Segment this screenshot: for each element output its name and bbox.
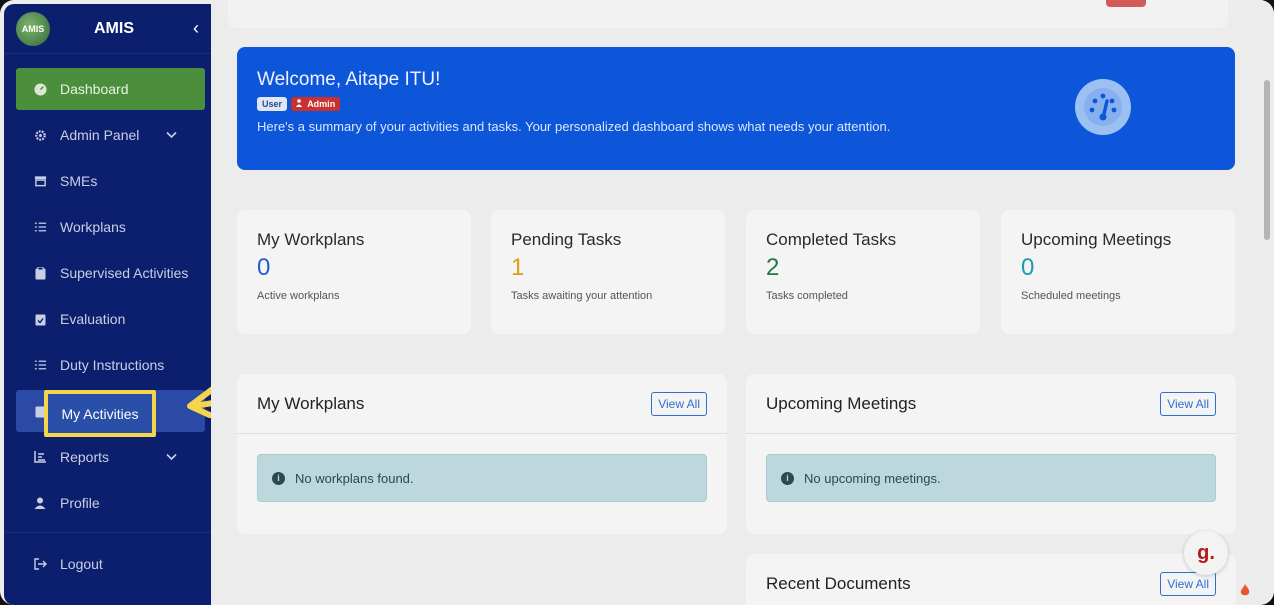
sidebar-item-label: Reports — [60, 449, 110, 465]
gauge-icon — [32, 82, 48, 96]
sidebar: AMIS AMIS ‹ Dashboard Admin Panel SMEs W… — [4, 4, 211, 605]
panel-title: Recent Documents — [766, 574, 911, 593]
stat-card-pending-tasks: Pending Tasks 1 Tasks awaiting your atte… — [491, 210, 725, 334]
dashboard-gauge-icon — [1075, 79, 1131, 135]
amis-logo: AMIS — [16, 11, 50, 46]
recent-documents-panel: Recent Documents View All — [746, 554, 1236, 605]
sidebar-item-profile[interactable]: Profile — [16, 482, 205, 524]
sidebar-brand: AMIS AMIS ‹ — [4, 4, 211, 54]
sidebar-item-label: SMEs — [60, 173, 98, 189]
sidebar-item-evaluation[interactable]: Evaluation — [16, 298, 205, 340]
sidebar-item-label: Admin Panel — [60, 127, 140, 143]
stat-value: 0 — [257, 254, 271, 281]
admin-user-icon — [296, 99, 307, 109]
sidebar-item-label: Evaluation — [60, 311, 126, 327]
stat-title: Pending Tasks — [511, 230, 622, 249]
stat-title: Completed Tasks — [766, 230, 897, 249]
collapse-sidebar-icon[interactable]: ‹ — [193, 18, 199, 39]
admin-badge-label: Admin — [307, 99, 336, 109]
panel-header: Upcoming Meetings View All — [746, 374, 1236, 434]
app-window: AMIS AMIS ‹ Dashboard Admin Panel SMEs W… — [0, 0, 1274, 605]
view-all-meetings-button[interactable]: View All — [1160, 391, 1216, 416]
brand-name: AMIS — [94, 19, 134, 37]
panel-header: My Workplans View All — [237, 374, 727, 434]
user-icon — [32, 497, 48, 509]
stat-description: Active workplans — [257, 290, 340, 302]
sidebar-item-label: Profile — [60, 495, 100, 511]
panel-title: My Workplans — [257, 393, 365, 413]
user-badge: User — [257, 97, 288, 111]
stat-title: My Workplans — [257, 230, 365, 249]
stat-card-completed-tasks: Completed Tasks 2 Tasks completed — [746, 210, 980, 334]
sidebar-item-supervised-activities[interactable]: Supervised Activities — [16, 252, 205, 294]
info-icon: i — [272, 471, 285, 485]
sidebar-item-reports[interactable]: Reports — [16, 436, 205, 478]
clipboard-check-icon — [32, 313, 48, 326]
stat-value: 1 — [511, 254, 525, 281]
stat-card-upcoming-meetings: Upcoming Meetings 0 Scheduled meetings — [1001, 210, 1235, 334]
info-icon: i — [781, 471, 794, 485]
sidebar-item-dashboard[interactable]: Dashboard — [16, 68, 205, 110]
sidebar-item-workplans[interactable]: Workplans — [16, 206, 205, 248]
stat-value: 2 — [766, 254, 780, 281]
sidebar-divider — [4, 532, 211, 533]
store-icon — [32, 175, 48, 187]
sidebar-item-label: Workplans — [60, 219, 126, 235]
gear-icon — [32, 129, 48, 142]
empty-meetings-alert: i No upcoming meetings. — [766, 454, 1216, 502]
my-workplans-panel: My Workplans View All i No workplans fou… — [237, 374, 727, 534]
sidebar-item-admin-panel[interactable]: Admin Panel — [16, 114, 205, 156]
notification-badge[interactable] — [1106, 0, 1146, 7]
sidebar-nav: Dashboard Admin Panel SMEs Workplans Sup… — [4, 68, 211, 524]
stat-description: Scheduled meetings — [1021, 290, 1121, 302]
welcome-message: Here's a summary of your activities and … — [257, 119, 891, 134]
view-all-documents-button[interactable]: View All — [1160, 572, 1216, 596]
admin-badge: Admin — [291, 97, 341, 111]
stat-description: Tasks completed — [766, 290, 848, 302]
main-content: Welcome, Aitape ITU! User Admin Here's a… — [211, 0, 1274, 605]
top-navbar — [228, 0, 1228, 28]
logout-label: Logout — [60, 556, 103, 572]
role-badges: User Admin — [257, 97, 1215, 111]
scrollbar[interactable] — [1264, 80, 1270, 240]
welcome-banner: Welcome, Aitape ITU! User Admin Here's a… — [237, 47, 1235, 170]
logout-button[interactable]: Logout — [16, 543, 205, 585]
chevron-down-icon — [166, 450, 177, 464]
flame-icon — [1240, 584, 1250, 600]
welcome-title: Welcome, Aitape ITU! — [257, 69, 441, 90]
stat-value: 0 — [1021, 254, 1035, 281]
chevron-down-icon — [166, 128, 177, 142]
panel-title: Upcoming Meetings — [766, 393, 917, 413]
empty-workplans-alert: i No workplans found. — [257, 454, 707, 502]
stat-title: Upcoming Meetings — [1021, 230, 1172, 249]
stat-description: Tasks awaiting your attention — [511, 290, 653, 302]
my-activities-highlight[interactable]: My Activities — [44, 390, 156, 437]
sidebar-item-duty-instructions[interactable]: Duty Instructions — [16, 344, 205, 386]
logout-icon — [32, 558, 48, 570]
help-chat-button[interactable]: g. — [1184, 531, 1228, 575]
list-icon — [32, 359, 48, 371]
upcoming-meetings-panel: Upcoming Meetings View All i No upcoming… — [746, 374, 1236, 534]
list-icon — [32, 221, 48, 233]
sidebar-item-smes[interactable]: SMEs — [16, 160, 205, 202]
sidebar-item-label: Dashboard — [60, 81, 129, 97]
view-all-workplans-button[interactable]: View All — [651, 391, 707, 416]
clipboard-icon — [32, 266, 48, 280]
panel-header: Recent Documents View All — [746, 554, 1236, 605]
alert-text: No upcoming meetings. — [804, 470, 941, 486]
chart-icon — [32, 451, 48, 463]
stat-card-my-workplans: My Workplans 0 Active workplans — [237, 210, 471, 334]
sidebar-item-label: Duty Instructions — [60, 357, 165, 373]
alert-text: No workplans found. — [295, 470, 414, 486]
sidebar-item-label: Supervised Activities — [60, 265, 189, 281]
